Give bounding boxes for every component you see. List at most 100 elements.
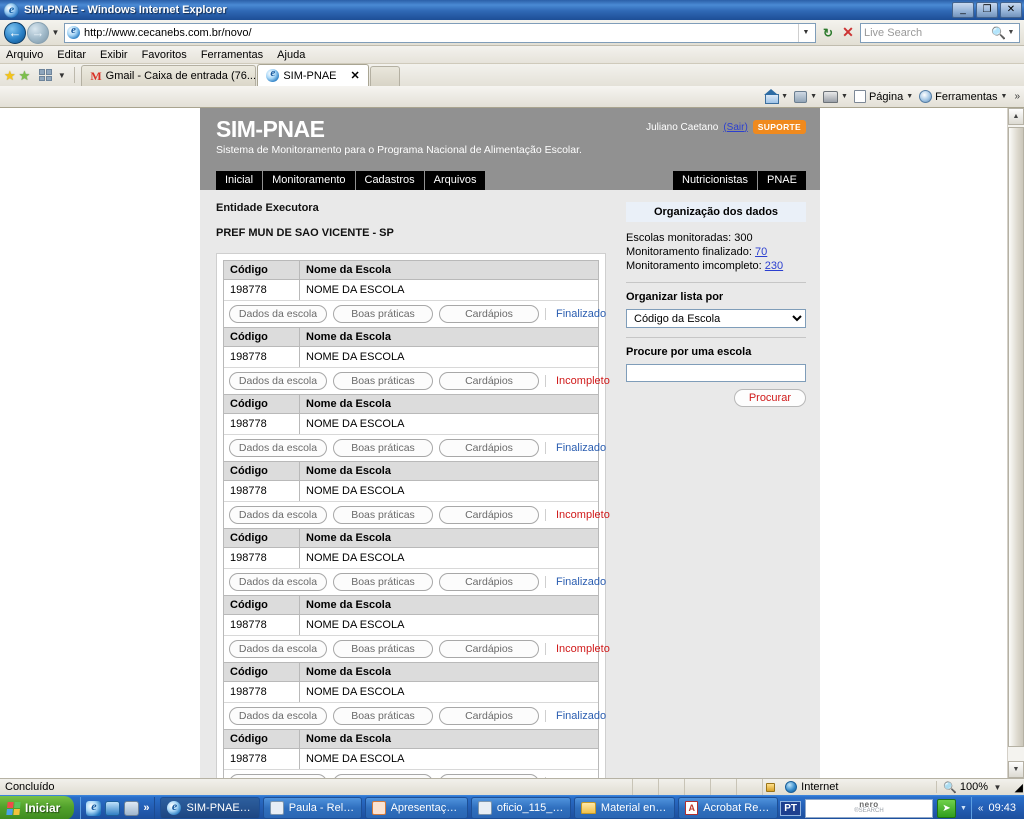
status-badge[interactable]: Incompleto — [556, 375, 610, 387]
taskbar-item-apresentacao[interactable]: Apresentação Crist... — [364, 797, 468, 819]
boas-praticas-button[interactable]: Boas práticas — [333, 573, 433, 591]
print-dropdown-icon[interactable]: ▼ — [841, 93, 848, 100]
feeds-dropdown-icon[interactable]: ▼ — [810, 93, 817, 100]
back-button[interactable]: ← — [4, 21, 26, 44]
nero-search-go-button[interactable]: ➤ — [936, 798, 956, 818]
cardapios-button[interactable]: Cardápios — [439, 506, 539, 524]
dados-da-escola-button[interactable]: Dados da escola — [229, 640, 327, 658]
nav-item-nutricionistas[interactable]: Nutricionistas — [673, 171, 758, 190]
scrollbar-track[interactable] — [1008, 125, 1024, 761]
language-indicator[interactable]: PT — [780, 800, 801, 816]
cardapios-button[interactable]: Cardápios — [439, 573, 539, 591]
close-tab-icon[interactable]: ✕ — [341, 69, 360, 82]
url-dropdown-icon[interactable]: ▼ — [798, 23, 813, 42]
menu-item-exibir[interactable]: Exibir — [100, 49, 128, 61]
maximize-button[interactable]: ❐ — [976, 2, 998, 18]
taskbar-item-sim-pnae[interactable]: SIM-PNAE - Wind... — [160, 797, 260, 819]
status-badge[interactable]: Finalizado — [556, 576, 606, 588]
taskbar-item-paula-relatorio[interactable]: Paula - Relatório j... — [262, 797, 362, 819]
quick-launch-media-icon[interactable] — [124, 800, 140, 816]
taskbar-item-oficio[interactable]: oficio_115_2008_f... — [470, 797, 571, 819]
stat-value-link[interactable]: 70 — [755, 246, 767, 258]
stat-value-link[interactable]: 230 — [765, 260, 783, 272]
page-menu-dropdown-icon[interactable]: ▼ — [906, 93, 913, 100]
status-badge[interactable]: Incompleto — [556, 509, 610, 521]
browser-search-input[interactable]: Live Search 🔍 ▼ — [860, 22, 1020, 43]
status-badge[interactable]: Incompleto — [556, 643, 610, 655]
feeds-button[interactable]: ▼ — [792, 90, 819, 103]
sort-select[interactable]: Código da Escola — [626, 309, 806, 328]
cardapios-button[interactable]: Cardápios — [439, 774, 539, 778]
nav-item-monitoramento[interactable]: Monitoramento — [263, 171, 355, 190]
scroll-down-button[interactable]: ▼ — [1008, 761, 1024, 778]
dados-da-escola-button[interactable]: Dados da escola — [229, 707, 327, 725]
zoom-dropdown-icon[interactable]: ▼ — [991, 783, 1004, 792]
tab-gmail[interactable]: M Gmail - Caixa de entrada (76... — [81, 65, 257, 86]
refresh-button[interactable]: ↻ — [818, 23, 838, 43]
taskbar-item-material-enviado[interactable]: Material enviado p... — [573, 797, 676, 819]
support-badge[interactable]: SUPORTE — [752, 120, 806, 134]
add-favorite-icon[interactable]: ★ — [19, 69, 31, 82]
home-dropdown-icon[interactable]: ▼ — [781, 93, 788, 100]
menu-item-ferramentas[interactable]: Ferramentas — [201, 49, 263, 61]
search-icon[interactable]: 🔍 — [991, 26, 1006, 40]
resize-grip-icon[interactable]: ◢ — [1010, 779, 1024, 795]
boas-praticas-button[interactable]: Boas práticas — [333, 506, 433, 524]
dados-da-escola-button[interactable]: Dados da escola — [229, 506, 327, 524]
boas-praticas-button[interactable]: Boas práticas — [333, 774, 433, 778]
boas-praticas-button[interactable]: Boas práticas — [333, 640, 433, 658]
cardapios-button[interactable]: Cardápios — [439, 439, 539, 457]
cardapios-button[interactable]: Cardápios — [439, 640, 539, 658]
tab-sim-pnae[interactable]: SIM-PNAE ✕ — [257, 64, 369, 86]
start-button[interactable]: Iniciar — [0, 796, 75, 819]
quick-launch-overflow-icon[interactable]: » — [143, 802, 149, 814]
favorites-center-icon[interactable]: ★ — [4, 69, 16, 82]
status-badge[interactable]: Finalizado — [556, 710, 606, 722]
dados-da-escola-button[interactable]: Dados da escola — [229, 774, 327, 778]
tools-menu-dropdown-icon[interactable]: ▼ — [1001, 93, 1008, 100]
taskbar-item-acrobat-reader[interactable]: A Acrobat Reader - [... — [678, 797, 779, 819]
boas-praticas-button[interactable]: Boas práticas — [333, 305, 433, 323]
boas-praticas-button[interactable]: Boas práticas — [333, 439, 433, 457]
nav-item-inicial[interactable]: Inicial — [216, 171, 263, 190]
dados-da-escola-button[interactable]: Dados da escola — [229, 305, 327, 323]
zoom-control[interactable]: 🔍 100% ▼ — [937, 781, 1010, 794]
tab-list-dropdown-icon[interactable]: ▼ — [55, 71, 68, 80]
print-button[interactable]: ▼ — [821, 90, 850, 103]
minimize-button[interactable]: _ — [952, 2, 974, 18]
command-bar-overflow-icon[interactable]: » — [1011, 91, 1020, 102]
logout-link[interactable]: (Sair) — [723, 122, 747, 133]
boas-praticas-button[interactable]: Boas práticas — [333, 372, 433, 390]
cardapios-button[interactable]: Cardápios — [439, 707, 539, 725]
nero-search-dropdown-icon[interactable]: ▼ — [960, 805, 967, 812]
dados-da-escola-button[interactable]: Dados da escola — [229, 372, 327, 390]
nav-item-arquivos[interactable]: Arquivos — [424, 171, 486, 190]
cardapios-button[interactable]: Cardápios — [439, 372, 539, 390]
school-search-input[interactable] — [626, 364, 806, 382]
scroll-up-button[interactable]: ▲ — [1008, 108, 1024, 125]
status-badge[interactable]: Finalizado — [556, 777, 606, 778]
page-menu-button[interactable]: Página ▼ — [852, 90, 915, 103]
menu-item-arquivo[interactable]: Arquivo — [6, 49, 43, 61]
url-input[interactable]: http://www.cecanebs.com.br/novo/ ▼ — [64, 22, 816, 43]
menu-item-ajuda[interactable]: Ajuda — [277, 49, 305, 61]
stop-button[interactable]: ✕ — [838, 23, 858, 43]
cardapios-button[interactable]: Cardápios — [439, 305, 539, 323]
page-vertical-scrollbar[interactable]: ▲ ▼ — [1007, 108, 1024, 778]
history-dropdown-icon[interactable]: ▼ — [49, 28, 62, 37]
quick-launch-outlook-icon[interactable] — [105, 800, 121, 816]
quick-launch-ie-icon[interactable] — [86, 799, 102, 816]
menu-item-editar[interactable]: Editar — [57, 49, 86, 61]
nero-search-box[interactable]: nero ®SEARCH — [804, 798, 933, 818]
boas-praticas-button[interactable]: Boas práticas — [333, 707, 433, 725]
menu-item-favoritos[interactable]: Favoritos — [142, 49, 187, 61]
status-badge[interactable]: Finalizado — [556, 308, 606, 320]
search-provider-dropdown-icon[interactable]: ▼ — [1006, 29, 1016, 36]
new-tab-button[interactable] — [369, 66, 400, 86]
forward-button[interactable]: → — [27, 21, 49, 44]
quick-tabs-icon[interactable] — [39, 69, 53, 81]
home-button[interactable]: ▼ — [762, 89, 790, 104]
tray-expand-icon[interactable]: « — [978, 803, 984, 814]
close-button[interactable]: ✕ — [1000, 2, 1022, 18]
status-badge[interactable]: Finalizado — [556, 442, 606, 454]
